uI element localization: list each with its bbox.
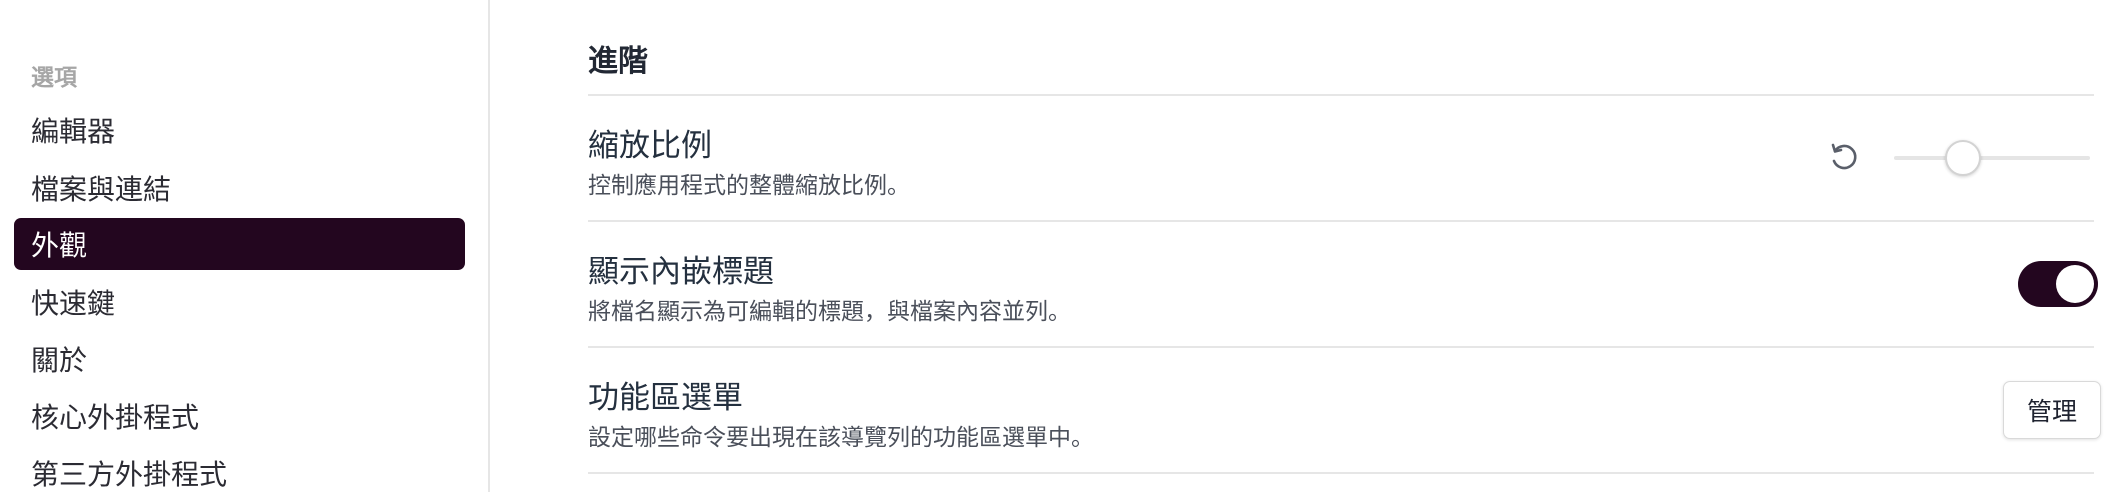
sidebar-item-core-plugins[interactable]: 核心外掛程式 xyxy=(14,390,465,442)
setting-name-ribbon-menu: 功能區選單 xyxy=(588,380,743,416)
divider xyxy=(588,346,2094,348)
slider-track xyxy=(1894,156,2090,160)
setting-name-zoom: 縮放比例 xyxy=(588,128,712,164)
setting-desc-ribbon-menu: 設定哪些命令要出現在該導覽列的功能區選單中。 xyxy=(588,425,1094,451)
divider xyxy=(588,220,2094,222)
sidebar-item-label: 編輯器 xyxy=(31,115,116,148)
zoom-slider[interactable] xyxy=(1894,140,2090,176)
manage-button[interactable]: 管理 xyxy=(2003,381,2101,439)
undo-icon[interactable] xyxy=(1826,139,1862,175)
divider xyxy=(588,94,2094,96)
sidebar-item-label: 外觀 xyxy=(31,229,88,262)
sidebar-item-label: 關於 xyxy=(31,344,88,377)
divider xyxy=(588,472,2094,474)
sidebar-item-about[interactable]: 關於 xyxy=(14,333,465,385)
sidebar-item-label: 第三方外掛程式 xyxy=(31,458,228,491)
setting-desc-inline-title: 將檔名顯示為可編輯的標題，與檔案內容並列。 xyxy=(588,299,1071,325)
setting-desc-zoom: 控制應用程式的整體縮放比例。 xyxy=(588,173,910,199)
sidebar-item-editor[interactable]: 編輯器 xyxy=(14,104,465,156)
section-heading: 進階 xyxy=(588,44,648,79)
settings-window: 選項 編輯器 檔案與連結 外觀 快速鍵 關於 核心外掛程式 第三方外掛程式 進階… xyxy=(0,0,2128,492)
sidebar-item-community-plugins[interactable]: 第三方外掛程式 xyxy=(14,447,465,492)
sidebar-section-label: 選項 xyxy=(31,65,77,91)
sidebar-item-appearance[interactable]: 外觀 xyxy=(14,218,465,270)
settings-content: 進階 縮放比例 控制應用程式的整體縮放比例。 顯示內嵌標題 將檔名顯示為可編輯的… xyxy=(588,0,2101,492)
sidebar-item-label: 核心外掛程式 xyxy=(31,401,200,434)
settings-sidebar: 選項 編輯器 檔案與連結 外觀 快速鍵 關於 核心外掛程式 第三方外掛程式 xyxy=(0,0,490,492)
sidebar-item-label: 快速鍵 xyxy=(31,287,116,320)
inline-title-toggle[interactable] xyxy=(2018,261,2098,307)
slider-thumb[interactable] xyxy=(1944,140,1981,176)
sidebar-item-hotkeys[interactable]: 快速鍵 xyxy=(14,276,465,328)
sidebar-item-label: 檔案與連結 xyxy=(31,173,172,206)
sidebar-item-files-links[interactable]: 檔案與連結 xyxy=(14,162,465,214)
toggle-knob xyxy=(2056,265,2094,303)
setting-name-inline-title: 顯示內嵌標題 xyxy=(588,254,774,290)
